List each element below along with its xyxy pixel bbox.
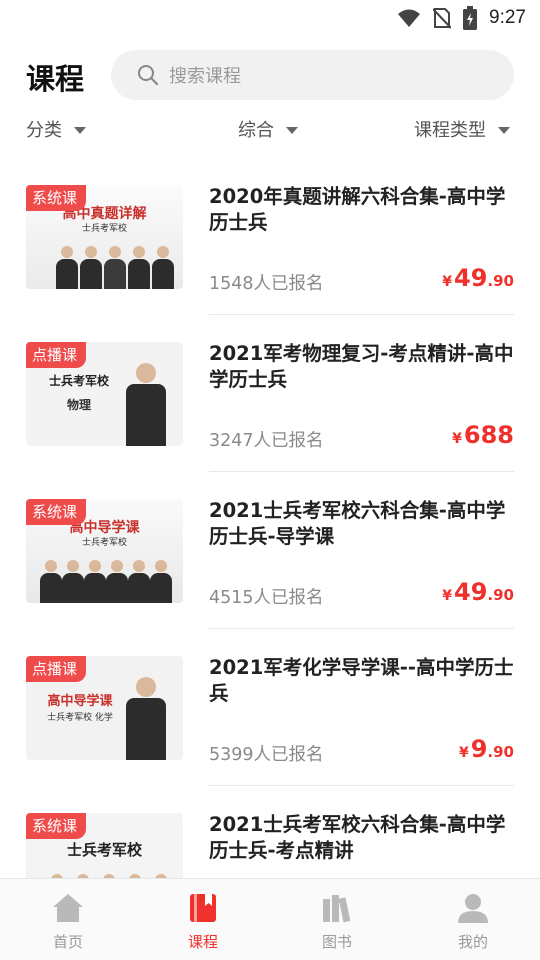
course-badge: 点播课 [26, 342, 87, 368]
teacher-figure [84, 560, 106, 603]
enrollment-count: 4515人已报名 [209, 588, 324, 608]
teacher-figure [128, 560, 150, 603]
tab-label: 我的 [457, 933, 488, 951]
course-title: 2020年真题讲解六科合集-高中学历士兵 [209, 185, 506, 234]
course-card[interactable]: 系统课 高中真题详解 士兵考军校 2020年真题讲解六科合集-高中学历士兵 15… [0, 158, 540, 315]
caret-down-icon [74, 126, 86, 134]
battery-icon [463, 6, 478, 30]
course-price: ¥ 49 .90 [442, 264, 514, 292]
thumbnail-caption: 士兵考军校 [66, 841, 142, 859]
course-price: ¥ 688 [452, 421, 514, 449]
tab-label: 课程 [187, 933, 218, 951]
teacher-figure [104, 246, 126, 289]
enrollment-count: 1548人已报名 [209, 274, 324, 294]
course-title: 2021士兵考军校六科合集-高中学历士兵-导学课 [209, 499, 506, 548]
course-card[interactable]: 点播课 士兵考军校 物理 2021军考物理复习-考点精讲-高中学历士兵 3247… [0, 315, 540, 472]
course-icon [190, 894, 216, 922]
thumbnail-caption: 士兵考军校 [48, 374, 109, 388]
teacher-figure [62, 560, 84, 603]
price-currency: ¥ [442, 588, 453, 604]
price-decimal: .90 [487, 743, 514, 761]
profile-icon [458, 894, 488, 923]
teacher-figure [56, 246, 78, 289]
price-integer: 9 [470, 735, 488, 763]
teacher-figure [126, 363, 166, 446]
no-sim-icon [433, 8, 452, 29]
status-time: 9:27 [489, 7, 526, 28]
filter-course-type[interactable]: 课程类型 [414, 116, 510, 142]
filter-label: 综合 [238, 120, 274, 141]
books-icon [323, 895, 351, 923]
price-currency: ¥ [442, 274, 453, 290]
search-input[interactable]: 搜索课程 [111, 50, 514, 100]
price-currency: ¥ [452, 431, 462, 447]
caret-down-icon [498, 126, 510, 134]
course-thumbnail: 点播课 士兵考军校 物理 [26, 342, 183, 446]
course-card[interactable]: 系统课 高中导学课 士兵考军校 2021士兵考军校六科合集-高中学历士兵-导学课… [0, 472, 540, 629]
filter-label: 分类 [26, 120, 62, 141]
thumbnail-subcaption: 物理 [66, 398, 91, 412]
teacher-figure [128, 246, 150, 289]
course-title: 2021军考化学导学课--高中学历士兵 [209, 656, 514, 705]
course-thumbnail: 点播课 高中导学课 士兵考军校 化学 [26, 656, 183, 760]
page-title: 课程 [26, 62, 85, 96]
course-thumbnail: 系统课 高中真题详解 士兵考军校 [26, 185, 183, 289]
filter-category[interactable]: 分类 [26, 116, 86, 142]
filter-bar: 分类 综合 课程类型 [0, 112, 540, 146]
tab-profile[interactable]: 我的 [433, 891, 513, 952]
course-badge: 点播课 [26, 656, 87, 682]
filter-label: 课程类型 [414, 120, 486, 141]
enrollment-count: 3247人已报名 [209, 431, 324, 451]
teacher-figure [80, 246, 102, 289]
price-integer: 49 [454, 264, 488, 292]
course-title: 2021军考物理复习-考点精讲-高中学历士兵 [209, 342, 514, 391]
header: 课程 搜索课程 [0, 48, 540, 104]
thumbnail-subcaption: 士兵考军校 [81, 224, 127, 234]
price-integer: 49 [454, 578, 488, 606]
wifi-icon [398, 9, 421, 27]
price-integer: 688 [463, 421, 514, 449]
teacher-figure [150, 560, 172, 603]
price-decimal: .90 [487, 272, 514, 290]
thumbnail-caption: 高中导学课 [47, 694, 113, 709]
course-badge: 系统课 [26, 499, 87, 525]
search-icon [138, 65, 159, 86]
tab-label: 图书 [321, 933, 352, 951]
search-placeholder: 搜索课程 [169, 66, 241, 87]
bottom-tab-bar: 首页 课程 图书 我的 [0, 878, 540, 960]
price-decimal: .90 [487, 586, 514, 604]
teacher-figure [152, 246, 174, 289]
thumbnail-subcaption: 士兵考军校 化学 [47, 713, 113, 723]
filter-sort[interactable]: 综合 [238, 116, 298, 142]
course-thumbnail: 系统课 高中导学课 士兵考军校 [26, 499, 183, 603]
course-price: ¥ 9 .90 [459, 735, 514, 763]
thumbnail-subcaption: 士兵考军校 [81, 538, 127, 548]
course-list: 系统课 高中真题详解 士兵考军校 2020年真题讲解六科合集-高中学历士兵 15… [0, 158, 540, 943]
tab-label: 首页 [52, 933, 83, 951]
price-currency: ¥ [458, 745, 469, 761]
course-card[interactable]: 点播课 高中导学课 士兵考军校 化学 2021军考化学导学课--高中学历士兵 5… [0, 629, 540, 786]
course-price: ¥ 49 .90 [442, 578, 514, 606]
enrollment-count: 5399人已报名 [209, 745, 324, 765]
tab-courses[interactable]: 课程 [163, 891, 243, 952]
status-bar: 9:27 [0, 0, 540, 36]
tab-books[interactable]: 图书 [297, 891, 377, 952]
caret-down-icon [286, 126, 298, 134]
course-badge: 系统课 [26, 185, 87, 211]
teacher-figure [106, 560, 128, 603]
teacher-figure [126, 677, 166, 760]
course-badge: 系统课 [26, 813, 87, 839]
home-icon [53, 894, 83, 922]
course-title: 2021士兵考军校六科合集-高中学历士兵-考点精讲 [209, 813, 506, 862]
teacher-figure [40, 560, 62, 603]
status-icons: 9:27 [397, 6, 526, 30]
tab-home[interactable]: 首页 [28, 891, 108, 952]
